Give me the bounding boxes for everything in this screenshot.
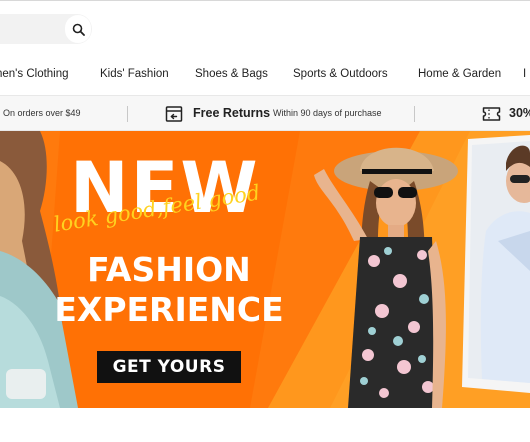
shipping-subtitle: On orders over $49 bbox=[3, 108, 81, 118]
page-bottom-area bbox=[0, 408, 530, 442]
returns-subtitle: Within 90 days of purchase bbox=[273, 108, 382, 118]
top-divider bbox=[0, 0, 530, 1]
returns-title: Free Returns bbox=[193, 106, 271, 120]
coupon-icon bbox=[482, 107, 501, 121]
return-box-icon bbox=[165, 106, 183, 122]
divider bbox=[127, 106, 128, 122]
nav-item-shoes-bags[interactable]: Shoes & Bags bbox=[195, 68, 268, 80]
hero-banner[interactable]: NEW look good,feel good FASHION EXPERIEN… bbox=[0, 131, 530, 408]
nav-item-sports-outdoors[interactable]: Sports & Outdoors bbox=[293, 68, 388, 80]
model-image-right bbox=[462, 135, 530, 393]
banner-line-fashion: FASHION bbox=[87, 250, 251, 289]
banner-line-experience: EXPERIENCE bbox=[54, 290, 284, 329]
coupon-title: 30% bbox=[509, 106, 530, 120]
nav-item-kids-fashion[interactable]: Kids' Fashion bbox=[100, 68, 169, 80]
search-button[interactable] bbox=[65, 15, 91, 43]
nav-item-home-garden[interactable]: Home & Garden bbox=[418, 68, 501, 80]
category-nav: nen's Clothing Kids' Fashion Shoes & Bag… bbox=[0, 60, 530, 90]
divider bbox=[414, 106, 415, 122]
get-yours-button[interactable]: GET YOURS bbox=[97, 351, 241, 383]
search-icon bbox=[72, 23, 85, 36]
nav-item-next[interactable]: I bbox=[523, 68, 526, 80]
benefits-strip: On orders over $49 Free Returns Within 9… bbox=[0, 95, 530, 131]
nav-item-womens-clothing[interactable]: nen's Clothing bbox=[0, 68, 69, 80]
